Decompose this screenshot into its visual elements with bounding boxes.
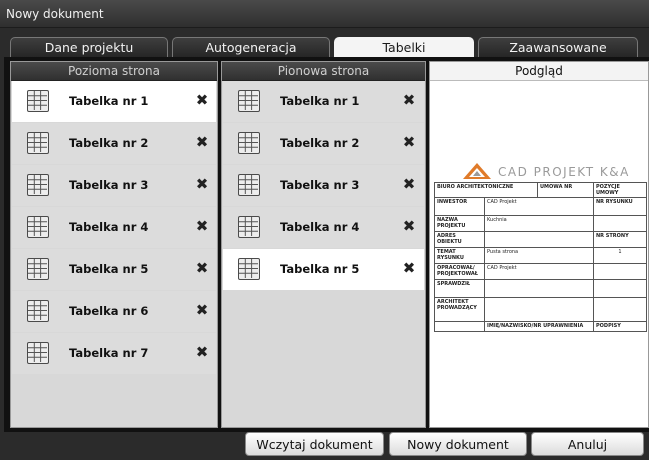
cell-umowa-nr: UMOWA NR [537, 182, 594, 198]
tab-tabelki[interactable]: Tabelki [334, 37, 474, 57]
panel-header-vertical: Pionowa strona [222, 62, 425, 81]
preview-panel: Podgląd CAD PROJEKT K&A BIURO ARCHITEKTO… [429, 61, 649, 428]
cell-temat-rysunku: TEMAT RYSUNKU [434, 247, 485, 264]
table-grid-icon [27, 216, 49, 238]
cell-strona-value: 1 [593, 247, 647, 264]
tab-bar: Dane projektu Autogeneracja Tabelki Zaaw… [10, 37, 638, 57]
tab-autogeneracja[interactable]: Autogeneracja [172, 37, 330, 57]
table-item-label: Tabelka nr 5 [280, 262, 360, 276]
cell-inwestor-value: CAD Projekt [484, 197, 594, 216]
table-list-item[interactable]: Tabelka nr 5 ✖ [223, 249, 424, 290]
tab-dane-projektu[interactable]: Dane projektu [10, 37, 168, 57]
cancel-button[interactable]: Anuluj [531, 432, 644, 456]
remove-table-icon[interactable]: ✖ [194, 176, 210, 192]
table-list-item[interactable]: Tabelka nr 3 ✖ [12, 165, 216, 206]
cell-imie-nazwisko: IMIĘ/NAZWISKO/NR UPRAWNIENIA [484, 321, 594, 332]
remove-table-icon[interactable]: ✖ [401, 218, 417, 234]
table-list-item[interactable]: Tabelka nr 3 ✖ [223, 165, 424, 206]
tab-zaawansowane[interactable]: Zaawansowane [478, 37, 638, 57]
table-item-label: Tabelka nr 4 [69, 220, 149, 234]
remove-table-icon[interactable]: ✖ [194, 134, 210, 150]
table-list-item[interactable]: Tabelka nr 2 ✖ [12, 123, 216, 164]
table-item-label: Tabelka nr 1 [69, 94, 149, 108]
cell-inwestor: INWESTOR [434, 197, 485, 216]
table-list-item[interactable]: Tabelka nr 2 ✖ [223, 123, 424, 164]
table-item-label: Tabelka nr 7 [69, 346, 149, 360]
table-item-label: Tabelka nr 2 [280, 136, 360, 150]
table-grid-icon [27, 300, 49, 322]
cell-opracowal: OPRACOWAŁ/ PROJEKTOWAŁ [434, 263, 485, 280]
vertical-table-list: Tabelka nr 1 ✖ Tabelka nr 2 ✖ Tabelka nr 3 ✖ T… [222, 81, 425, 427]
table-grid-icon [27, 132, 49, 154]
cell-adres-obiektu: ADRES OBIEKTU [434, 231, 485, 248]
cell-opracowal-value: CAD Projekt [484, 263, 594, 280]
cell-architekt: ARCHITEKT PROWADZĄCY [434, 297, 485, 322]
table-item-label: Tabelka nr 1 [280, 94, 360, 108]
table-item-label: Tabelka nr 3 [280, 178, 360, 192]
remove-table-icon[interactable]: ✖ [194, 92, 210, 108]
cell-nr-rysunku: NR RYSUNKU [593, 197, 647, 216]
table-grid-icon [27, 258, 49, 280]
table-item-label: Tabelka nr 3 [69, 178, 149, 192]
table-grid-icon [238, 258, 260, 280]
table-item-label: Tabelka nr 5 [69, 262, 149, 276]
table-list-item[interactable]: Tabelka nr 1 ✖ [223, 81, 424, 122]
table-list-item[interactable]: Tabelka nr 4 ✖ [223, 207, 424, 248]
table-grid-icon [27, 90, 49, 112]
table-grid-icon [27, 342, 49, 364]
horizontal-page-panel: Pozioma strona Tabelka nr 1 ✖ Tabelka nr 2… [10, 61, 218, 428]
table-grid-icon [27, 174, 49, 196]
window-title: Nowy dokument [6, 7, 104, 21]
remove-table-icon[interactable]: ✖ [194, 218, 210, 234]
table-item-label: Tabelka nr 6 [69, 304, 149, 318]
title-block-table: BIURO ARCHITEKTONICZNE UMOWA NR POZYCJE … [434, 182, 647, 332]
remove-table-icon[interactable]: ✖ [401, 92, 417, 108]
load-document-button[interactable]: Wczytaj dokument [245, 432, 384, 456]
table-list-item[interactable]: Tabelka nr 4 ✖ [12, 207, 216, 248]
table-grid-icon [238, 90, 260, 112]
table-grid-icon [238, 132, 260, 154]
remove-table-icon[interactable]: ✖ [194, 302, 210, 318]
remove-table-icon[interactable]: ✖ [194, 260, 210, 276]
cell-pozycje-umowy: POZYCJE UMOWY [593, 182, 647, 198]
table-item-label: Tabelka nr 2 [69, 136, 149, 150]
remove-table-icon[interactable]: ✖ [401, 260, 417, 276]
table-item-label: Tabelka nr 4 [280, 220, 360, 234]
cell-nazwa-projektu-value: Kuchnia [484, 215, 594, 232]
vertical-page-panel: Pionowa strona Tabelka nr 1 ✖ Tabelka nr 2… [221, 61, 426, 428]
panel-header-horizontal: Pozioma strona [11, 62, 217, 81]
horizontal-table-list: Tabelka nr 1 ✖ Tabelka nr 2 ✖ Tabelka nr 3 ✖ T… [11, 81, 217, 427]
company-logo: CAD PROJEKT K&A [462, 162, 649, 182]
cell-podpisy: PODPISY [593, 321, 647, 332]
new-document-button[interactable]: Nowy dokument [389, 432, 527, 456]
cell-temat-rysunku-value: Pusta strona [484, 247, 594, 264]
cell-sprawdzil: SPRAWDZIŁ [434, 279, 485, 298]
remove-table-icon[interactable]: ✖ [401, 176, 417, 192]
table-grid-icon [238, 174, 260, 196]
table-grid-icon [238, 216, 260, 238]
remove-table-icon[interactable]: ✖ [401, 134, 417, 150]
table-list-item[interactable]: Tabelka nr 7 ✖ [12, 333, 216, 374]
table-list-item[interactable]: Tabelka nr 1 ✖ [12, 81, 216, 122]
logo-brand-text: CAD PROJEKT K&A [498, 165, 630, 179]
logo-icon [463, 163, 491, 179]
cell-nazwa-projektu: NAZWA PROJEKTU [434, 215, 485, 232]
cell-nr-strony: NR STRONY [593, 231, 647, 248]
preview-header: Podgląd [430, 62, 648, 81]
title-bar: Nowy dokument [0, 0, 649, 28]
cell-biuro: BIURO ARCHITEKTONICZNE [434, 182, 538, 198]
table-list-item[interactable]: Tabelka nr 5 ✖ [12, 249, 216, 290]
table-list-item[interactable]: Tabelka nr 6 ✖ [12, 291, 216, 332]
remove-table-icon[interactable]: ✖ [194, 344, 210, 360]
